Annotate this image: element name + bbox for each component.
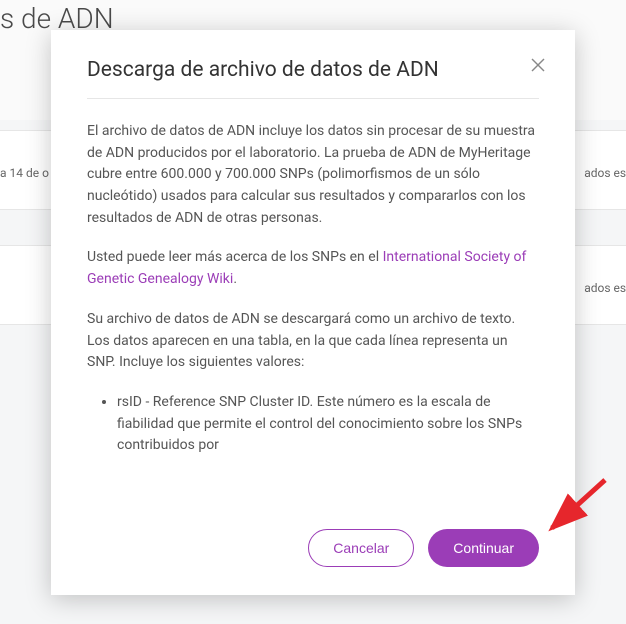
p2-tail: . — [233, 271, 237, 287]
snp-link-paragraph: Usted puede leer más acerca de los SNPs … — [87, 247, 539, 290]
download-dna-data-modal: Descarga de archivo de datos de ADN El a… — [51, 30, 575, 595]
modal-footer: Cancelar Continuar — [51, 509, 575, 595]
values-list: rsID - Reference SNP Cluster ID. Este nú… — [87, 392, 539, 457]
modal-header: Descarga de archivo de datos de ADN — [51, 30, 575, 98]
continue-button[interactable]: Continuar — [428, 529, 539, 567]
p2-lead: Usted puede leer más acerca de los SNPs … — [87, 249, 383, 265]
download-desc-paragraph: Su archivo de datos de ADN se descargará… — [87, 309, 539, 374]
close-button[interactable] — [527, 54, 549, 76]
row-text-right: ados est — [584, 281, 626, 295]
intro-paragraph: El archivo de datos de ADN incluye los d… — [87, 121, 539, 229]
modal-title: Descarga de archivo de datos de ADN — [87, 58, 539, 82]
row-text-left: a 14 de o — [0, 166, 49, 180]
cancel-button[interactable]: Cancelar — [308, 529, 414, 567]
modal-body-wrap: El archivo de datos de ADN incluye los d… — [51, 99, 575, 509]
row-text-right: ados est — [584, 166, 626, 180]
close-icon — [531, 58, 545, 72]
modal-body-scroll[interactable]: El archivo de datos de ADN incluye los d… — [51, 99, 575, 509]
list-item: rsID - Reference SNP Cluster ID. Este nú… — [117, 392, 539, 457]
